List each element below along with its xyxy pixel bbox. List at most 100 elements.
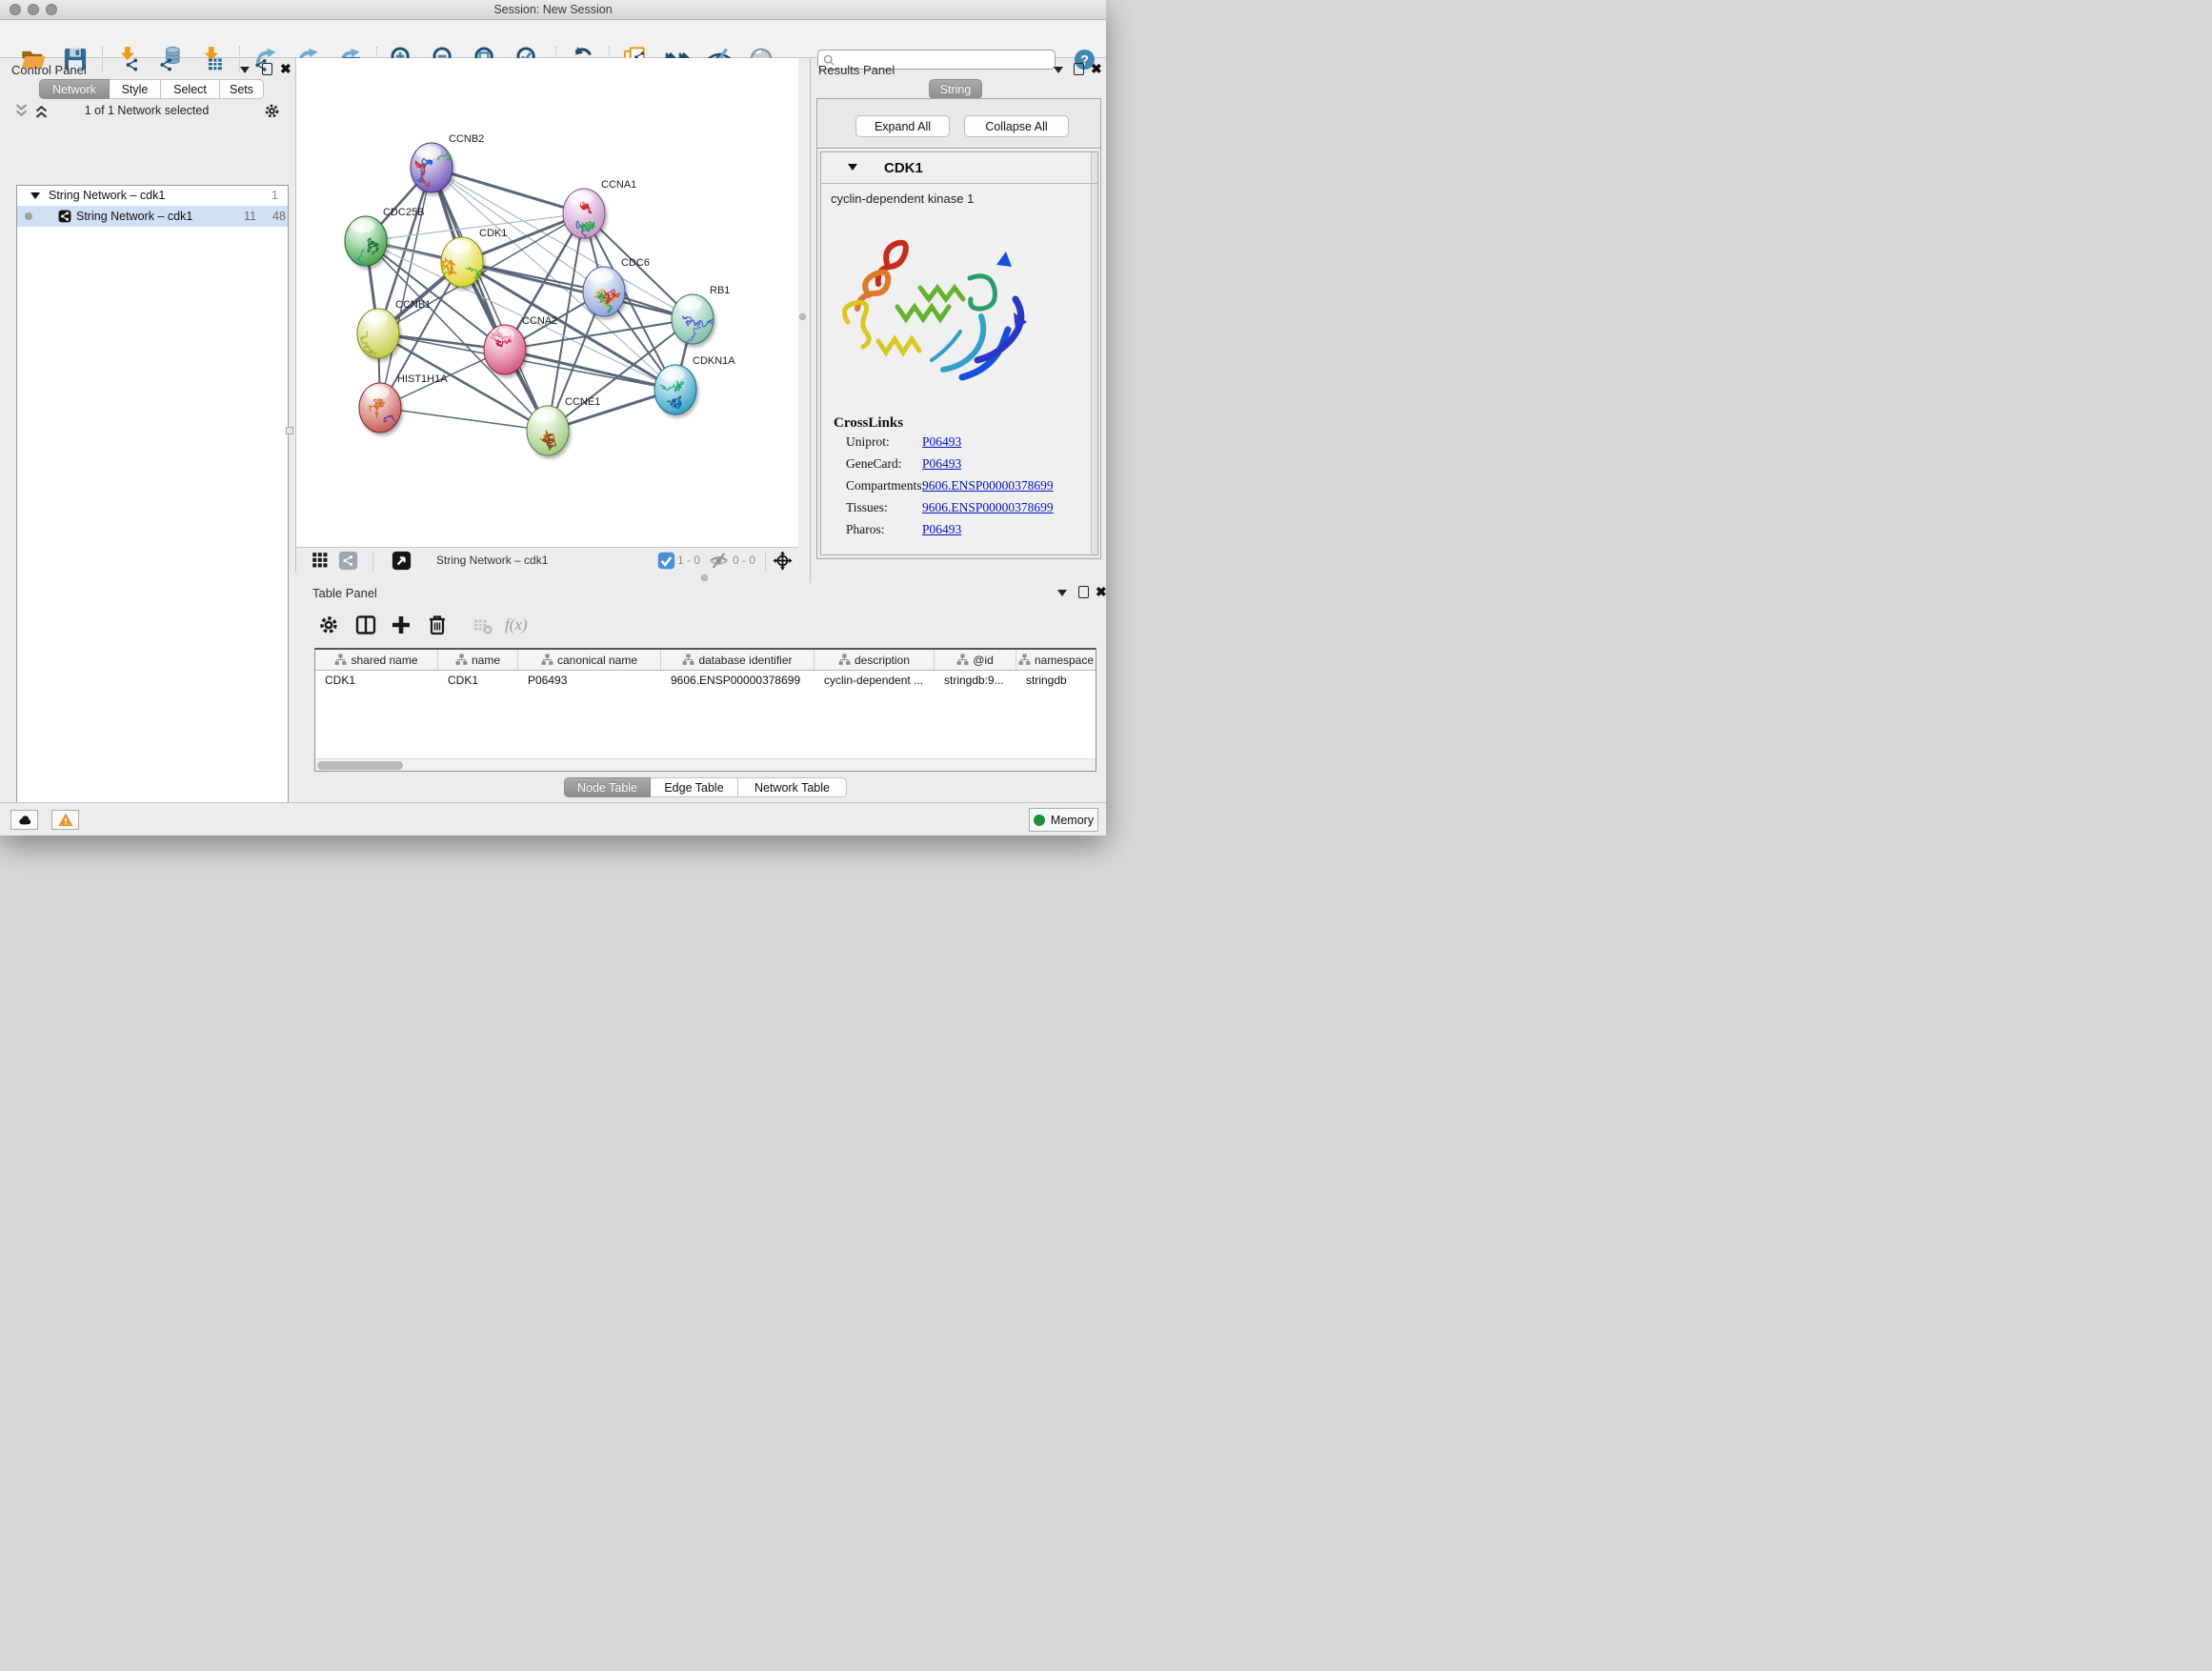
protein-entry-header[interactable]: CDK1	[821, 152, 1097, 184]
edge-CCNB2-CCNE1[interactable]	[432, 168, 548, 431]
selected-count-icon[interactable]	[656, 551, 676, 571]
node-label-HIST1H1A: HIST1H1A	[397, 373, 448, 385]
close-panel-icon[interactable]: ✖	[1091, 63, 1102, 75]
tab-network-table[interactable]: Network Table	[738, 777, 847, 797]
tab-style[interactable]: Style	[110, 79, 161, 99]
create-column-plus-icon[interactable]	[390, 614, 412, 636]
collapse-all-button[interactable]: Collapse All	[964, 115, 1069, 137]
node-HIST1H1A[interactable]	[359, 383, 410, 434]
network-collection-row[interactable]: String Network – cdk1 1	[17, 186, 288, 206]
tab-edge-table[interactable]: Edge Table	[651, 777, 738, 797]
control-panel-title: Control Panel	[11, 63, 87, 77]
table-options-gear-icon[interactable]	[317, 614, 340, 636]
crosslink-link[interactable]: 9606.ENSP00000378699	[922, 478, 1054, 493]
crosslink-link[interactable]: P06493	[922, 434, 961, 450]
node-label-CDC25B: CDC25B	[383, 207, 424, 218]
edge-HIST1H1A-CCNE1[interactable]	[380, 408, 548, 431]
separator	[817, 148, 1100, 150]
memory-status-dot-icon	[1034, 815, 1045, 826]
collection-count: 1	[271, 189, 278, 202]
entry-expander-icon[interactable]	[848, 164, 857, 171]
scrollbar-thumb[interactable]	[317, 761, 403, 770]
table-panel: Table Panel ✖ f(x) shared namenamecanoni…	[295, 583, 1106, 802]
fit-content-icon[interactable]	[773, 551, 793, 571]
protein-description: cyclin-dependent kinase 1	[831, 191, 974, 206]
collapse-panel-icon[interactable]	[1054, 67, 1063, 73]
edge-CCNB2-CCNA1[interactable]	[432, 168, 584, 213]
edge-CCNB2-HIST1H1A[interactable]	[380, 168, 432, 408]
table-cell[interactable]: stringdb:9...	[935, 671, 1016, 690]
left-splitter-handle[interactable]	[286, 427, 293, 434]
node-CCNB1[interactable]	[357, 309, 399, 362]
float-panel-icon[interactable]	[1074, 63, 1084, 75]
memory-button[interactable]: Memory	[1029, 808, 1098, 832]
node-label-RB1: RB1	[710, 285, 730, 296]
node-CCNA2[interactable]	[484, 325, 526, 374]
table-horizontal-scrollbar[interactable]	[315, 758, 1096, 771]
node-CDC6[interactable]	[583, 267, 625, 316]
network-graph[interactable]: CCNB2 CCNA1 CDC25B CDK1 CDC6 RB1 CCNB1 C…	[296, 58, 799, 547]
table-cell[interactable]: CDK1	[438, 671, 518, 690]
column-header-description[interactable]: description	[814, 650, 935, 670]
network-options-gear-icon[interactable]	[263, 102, 281, 120]
cytoscape-window: Session: New Session ? Control Panel ✖ N…	[0, 0, 1106, 836]
crosslink-link[interactable]: P06493	[922, 522, 961, 537]
node-CCNE1[interactable]	[527, 406, 569, 455]
node-CCNB2[interactable]	[411, 143, 454, 192]
tab-string[interactable]: String	[929, 79, 982, 99]
network-view-toolbar: String Network – cdk1 1 - 0 0 - 0	[295, 547, 798, 573]
string-badge-icon[interactable]	[338, 551, 358, 571]
edge-CDK1-RB1[interactable]	[462, 262, 693, 319]
table-cell[interactable]: P06493	[518, 671, 661, 690]
show-columns-icon[interactable]	[354, 614, 377, 636]
crosslink-row: Pharos: P06493	[821, 522, 1097, 543]
close-panel-icon[interactable]: ✖	[280, 63, 292, 75]
expand-all-button[interactable]: Expand All	[855, 115, 950, 137]
network-row-selected[interactable]: String Network – cdk1 11 48	[17, 206, 288, 227]
titlebar: Session: New Session	[0, 0, 1106, 20]
crosslink-link[interactable]: 9606.ENSP00000378699	[922, 500, 1054, 515]
table-cell[interactable]: 9606.ENSP00000378699	[661, 671, 814, 690]
horizontal-splitter-handle[interactable]	[701, 574, 708, 581]
right-splitter-handle[interactable]	[799, 313, 806, 320]
current-network-title: String Network – cdk1	[436, 554, 548, 567]
warnings-button[interactable]	[51, 810, 79, 830]
table-cell[interactable]: cyclin-dependent ...	[814, 671, 935, 690]
delete-column-trash-icon[interactable]	[426, 614, 449, 636]
node-RB1[interactable]	[672, 294, 714, 351]
table-row[interactable]: CDK1CDK1P064939606.ENSP00000378699cyclin…	[315, 671, 1096, 690]
float-panel-icon[interactable]	[262, 63, 272, 75]
table-cell[interactable]: CDK1	[315, 671, 438, 690]
column-header-namespace[interactable]: namespace	[1016, 650, 1096, 670]
birds-eye-view-icon[interactable]	[392, 551, 412, 571]
table-cell[interactable]: stringdb	[1016, 671, 1096, 690]
hidden-count-icon[interactable]	[709, 551, 729, 571]
cloud-status-button[interactable]	[10, 810, 38, 830]
tab-node-table[interactable]: Node Table	[564, 777, 651, 797]
tab-select[interactable]: Select	[161, 79, 220, 99]
column-header-database-identifier[interactable]: database identifier	[661, 650, 814, 670]
column-header-name[interactable]: name	[438, 650, 518, 670]
tab-network[interactable]: Network	[39, 79, 110, 99]
network-list: String Network – cdk1 1 String Network –…	[16, 185, 289, 836]
network-canvas[interactable]: CCNB2 CCNA1 CDC25B CDK1 CDC6 RB1 CCNB1 C…	[295, 58, 798, 547]
node-CDKN1A[interactable]	[654, 365, 696, 414]
footer-separator	[372, 551, 373, 571]
float-panel-icon[interactable]	[1078, 586, 1089, 598]
function-builder-icon: f(x)	[505, 615, 528, 634]
node-label-CDK1: CDK1	[479, 228, 507, 239]
collapse-panel-icon[interactable]	[1057, 590, 1067, 596]
collection-expander-icon[interactable]	[30, 192, 40, 199]
tab-sets[interactable]: Sets	[220, 79, 264, 99]
delete-table-icon[interactable]	[473, 615, 493, 636]
collapse-panel-icon[interactable]	[240, 67, 250, 73]
column-header-id[interactable]: @id	[935, 650, 1016, 670]
column-header-shared-name[interactable]: shared name	[315, 650, 438, 670]
node-CDC25B[interactable]	[345, 216, 387, 277]
close-panel-icon[interactable]: ✖	[1096, 586, 1106, 598]
show-grid-icon[interactable]	[311, 551, 331, 571]
crosslink-link[interactable]: P06493	[922, 456, 961, 472]
table-type-tabs: Node TableEdge TableNetwork Table	[564, 777, 847, 797]
column-header-canonical-name[interactable]: canonical name	[518, 650, 661, 670]
node-label-CDC6: CDC6	[621, 257, 650, 269]
